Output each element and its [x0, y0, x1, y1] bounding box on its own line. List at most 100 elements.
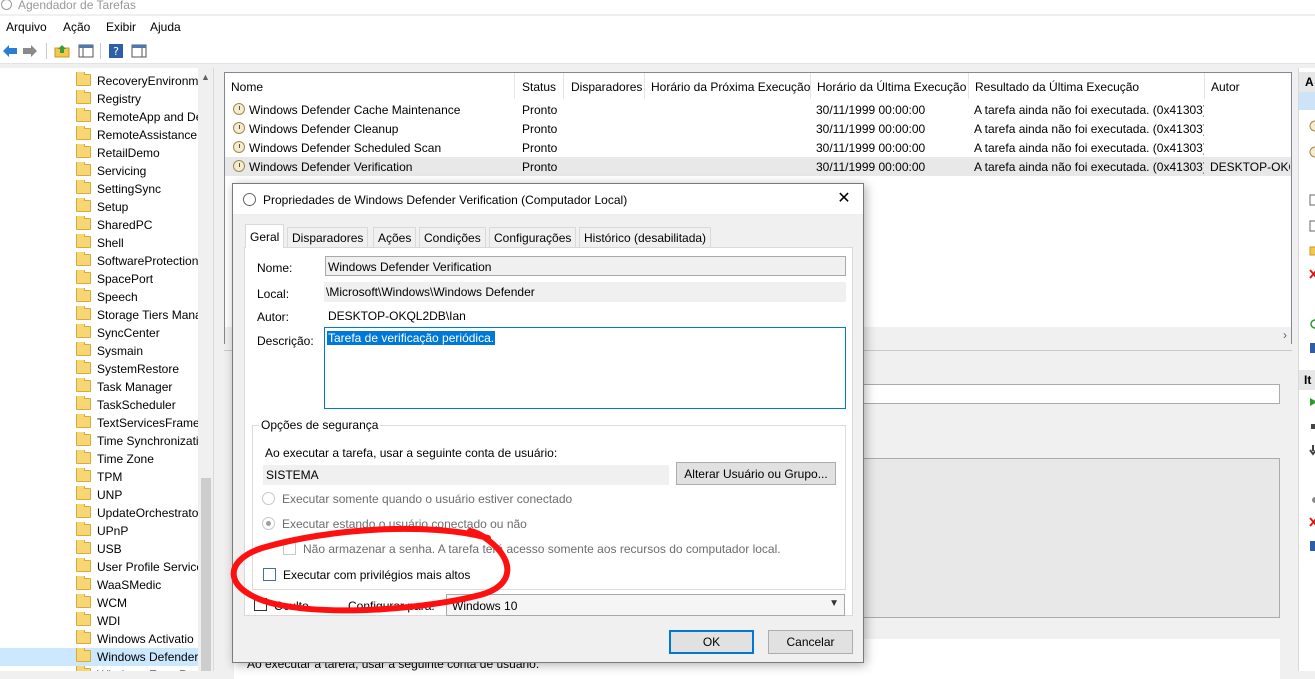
- column-header-last-result[interactable]: Resultado da Última Execução: [969, 73, 1205, 99]
- radio-logged-on[interactable]: [262, 492, 275, 505]
- tree-item[interactable]: SyncCenter: [0, 324, 198, 342]
- tree-item[interactable]: SpacePort: [0, 270, 198, 288]
- delete-icon[interactable]: [1307, 516, 1315, 528]
- column-header-status[interactable]: Status: [516, 73, 564, 99]
- tree-item[interactable]: Sysmain: [0, 342, 198, 360]
- tree-scrollbar[interactable]: ▲: [198, 68, 213, 671]
- hidden-checkbox[interactable]: [254, 598, 267, 611]
- folder-up-icon[interactable]: [54, 43, 70, 59]
- tree-item[interactable]: WDI: [0, 612, 198, 630]
- tree-item[interactable]: TaskScheduler: [0, 396, 198, 414]
- tab-history[interactable]: Histórico (desabilitada): [579, 227, 712, 247]
- cell-last: 30/11/1999 00:00:00: [816, 141, 926, 155]
- tree-item[interactable]: User Profile Service: [0, 558, 198, 576]
- close-icon[interactable]: ✕: [833, 189, 855, 209]
- forward-arrow-icon[interactable]: [22, 43, 38, 59]
- tab-settings[interactable]: Configurações: [489, 227, 577, 247]
- document-icon[interactable]: [1307, 220, 1315, 232]
- tree-item[interactable]: UNP: [0, 486, 198, 504]
- tab-actions[interactable]: Ações: [373, 227, 417, 247]
- tree-item[interactable]: Shell: [0, 234, 198, 252]
- show-hide-tree-icon[interactable]: [78, 43, 94, 59]
- tree-item[interactable]: Setup: [0, 198, 198, 216]
- tree-item[interactable]: SettingSync: [0, 180, 198, 198]
- folder-icon[interactable]: [1307, 244, 1315, 256]
- back-arrow-icon[interactable]: [2, 43, 18, 59]
- tree-item[interactable]: Time Zone: [0, 450, 198, 468]
- menu-file[interactable]: Arquivo: [6, 20, 47, 34]
- tree-item[interactable]: SoftwareProtection: [0, 252, 198, 270]
- table-row[interactable]: Windows Defender Scheduled Scan Pronto 30/…: [225, 138, 1291, 157]
- highest-privileges-checkbox[interactable]: [263, 568, 276, 581]
- tree-item[interactable]: RecoveryEnvironm: [0, 72, 198, 90]
- configure-for-select[interactable]: Windows 10 ▼: [446, 594, 845, 616]
- help-icon[interactable]: [1307, 540, 1315, 552]
- help-icon[interactable]: ?: [108, 43, 124, 59]
- column-header-next-run[interactable]: Horário da Próxima Execução: [645, 73, 811, 99]
- tree-item[interactable]: Windows Activatio: [0, 630, 198, 648]
- scroll-right-icon[interactable]: ›: [1283, 328, 1287, 342]
- tree-item[interactable]: Servicing: [0, 162, 198, 180]
- scroll-up-icon[interactable]: ▲: [201, 72, 210, 82]
- tree-item[interactable]: WCM: [0, 594, 198, 612]
- tree-item[interactable]: RemoteAssistance: [0, 126, 198, 144]
- actions-section-header[interactable]: [1299, 92, 1315, 110]
- menu-action[interactable]: Ação: [63, 20, 90, 34]
- tree-item[interactable]: Windows Error Re: [0, 666, 198, 671]
- tree-item[interactable]: WaaSMedic: [0, 576, 198, 594]
- description-textarea[interactable]: Tarefa de verificação periódica.: [324, 327, 846, 409]
- column-header-triggers[interactable]: Disparadores: [565, 73, 645, 99]
- tree-item[interactable]: Time Synchronizati: [0, 432, 198, 450]
- radio-whether-logged-on[interactable]: [262, 517, 275, 530]
- ok-button[interactable]: OK: [669, 630, 754, 654]
- tab-general[interactable]: Geral: [245, 224, 285, 248]
- column-header-name[interactable]: Nome: [225, 73, 515, 99]
- tree-item[interactable]: SystemRestore: [0, 360, 198, 378]
- toolbar-separator: [100, 43, 101, 59]
- help-icon[interactable]: [1307, 342, 1315, 354]
- tree-item[interactable]: SharedPC: [0, 216, 198, 234]
- folder-icon: [76, 198, 91, 212]
- tree-item[interactable]: RetailDemo: [0, 144, 198, 162]
- tree-item[interactable]: Windows Defender: [0, 648, 198, 666]
- tree-item[interactable]: TPM: [0, 468, 198, 486]
- cancel-button[interactable]: Cancelar: [768, 630, 853, 654]
- name-field[interactable]: Windows Defender Verification: [325, 256, 846, 276]
- tree-item[interactable]: Storage Tiers Mana: [0, 306, 198, 324]
- tree-item[interactable]: UPnP: [0, 522, 198, 540]
- tab-triggers[interactable]: Disparadores: [287, 227, 369, 247]
- no-store-password-checkbox[interactable]: [283, 542, 296, 555]
- properties-icon[interactable]: [1307, 494, 1315, 506]
- disable-icon[interactable]: [1307, 444, 1315, 456]
- stop-icon[interactable]: [1307, 420, 1315, 432]
- tree-item[interactable]: UpdateOrchestrato: [0, 504, 198, 522]
- column-header-author[interactable]: Autor: [1205, 73, 1291, 99]
- cell-name: Windows Defender Cache Maintenance: [249, 103, 461, 117]
- scrollbar-thumb[interactable]: [201, 478, 211, 671]
- tree-item[interactable]: Registry: [0, 90, 198, 108]
- table-row[interactable]: Windows Defender Cleanup Pronto 30/11/1999…: [225, 119, 1291, 138]
- run-icon[interactable]: [1307, 396, 1315, 408]
- tree-item[interactable]: Task Manager: [0, 378, 198, 396]
- tree-item-label: RecoveryEnvironm: [97, 74, 198, 88]
- menu-bar: Arquivo Ação Exibir Ajuda: [0, 16, 1315, 38]
- table-row[interactable]: Windows Defender Verification Pronto 30/11…: [225, 157, 1291, 176]
- show-hide-action-pane-icon[interactable]: [131, 43, 147, 59]
- menu-help[interactable]: Ajuda: [150, 20, 181, 34]
- column-header-last-run[interactable]: Horário da Última Execução: [811, 73, 969, 99]
- change-user-button[interactable]: Alterar Usuário ou Grupo...: [676, 462, 836, 485]
- clock-icon[interactable]: [1307, 120, 1315, 132]
- table-row[interactable]: Windows Defender Cache Maintenance Pronto…: [225, 100, 1291, 119]
- clock-icon[interactable]: [1307, 146, 1315, 158]
- delete-icon[interactable]: [1307, 268, 1315, 280]
- tree-item[interactable]: Speech: [0, 288, 198, 306]
- menu-view[interactable]: Exibir: [106, 20, 136, 34]
- refresh-icon[interactable]: [1307, 318, 1315, 330]
- tree-item[interactable]: USB: [0, 540, 198, 558]
- document-icon[interactable]: [1307, 194, 1315, 206]
- tree-item[interactable]: RemoteApp and De: [0, 108, 198, 126]
- description-text: Tarefa de verificação periódica.: [327, 331, 496, 345]
- cell-last: 30/11/1999 00:00:00: [816, 103, 926, 117]
- tree-item[interactable]: TextServicesFramev: [0, 414, 198, 432]
- tab-conditions[interactable]: Condições: [419, 227, 486, 247]
